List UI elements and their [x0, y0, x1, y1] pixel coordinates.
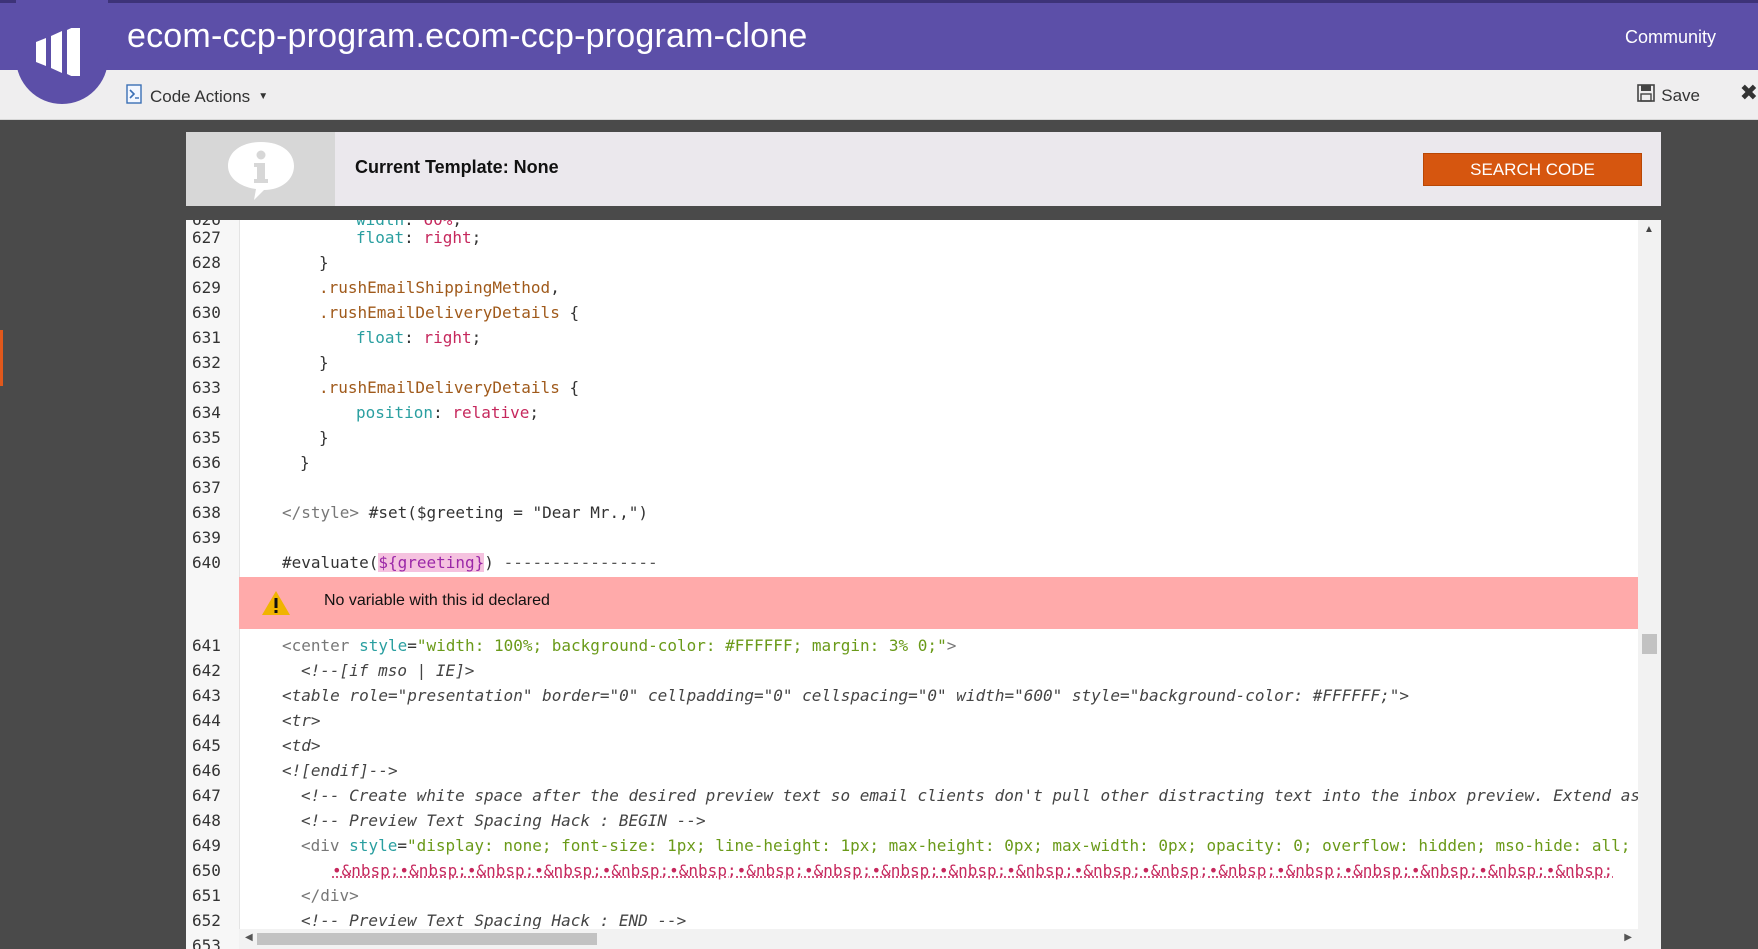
scroll-left-icon[interactable]: ◀ — [245, 932, 253, 943]
save-icon — [1637, 84, 1656, 107]
scroll-right-icon[interactable]: ▶ — [1624, 932, 1632, 943]
code-line: 629 .rushEmailShippingMethod, — [186, 275, 1638, 300]
line-number: 630 — [192, 303, 221, 322]
line-number: 636 — [192, 453, 221, 472]
line-number: 633 — [192, 378, 221, 397]
code-line: 630 .rushEmailDeliveryDetails { — [186, 300, 1638, 325]
line-number: 635 — [192, 428, 221, 447]
chevron-down-icon: ▼ — [258, 91, 269, 102]
save-button[interactable]: Save — [1637, 84, 1700, 107]
scroll-up-icon[interactable]: ▲ — [1644, 224, 1654, 235]
code-line: 639 — [186, 525, 1638, 550]
horizontal-scroll-thumb[interactable] — [257, 933, 597, 945]
line-number: 644 — [192, 711, 221, 730]
line-number: 648 — [192, 811, 221, 830]
code-line: 651 </div> — [186, 883, 1638, 908]
save-label: Save — [1661, 85, 1700, 105]
marketo-logo-icon[interactable] — [16, 0, 108, 104]
horizontal-scrollbar[interactable]: ◀ ▶ — [239, 929, 1638, 949]
line-number: 642 — [192, 661, 221, 680]
line-number: 631 — [192, 328, 221, 347]
line-number: 634 — [192, 403, 221, 422]
code-line: 633 .rushEmailDeliveryDetails { — [186, 375, 1638, 400]
code-line: 645 <td> — [186, 733, 1638, 758]
line-number: 647 — [192, 786, 221, 805]
warning-icon — [261, 590, 291, 621]
template-panel: Current Template: None SEARCH CODE — [186, 132, 1661, 206]
search-code-button[interactable]: SEARCH CODE — [1423, 153, 1642, 186]
line-number: 637 — [192, 478, 221, 497]
left-edge-marker — [0, 330, 3, 386]
line-number: 629 — [192, 278, 221, 297]
page-title: ecom-ccp-program.ecom-ccp-program-clone — [127, 17, 808, 55]
line-number: 646 — [192, 761, 221, 780]
code-editor[interactable]: 626width: 60%; 627float: right; 628} 629… — [186, 220, 1661, 949]
line-number: 628 — [192, 253, 221, 272]
line-number: 627 — [192, 228, 221, 247]
code-line: 643 <table role="presentation" border="0"… — [186, 683, 1638, 708]
line-number: 640 — [192, 553, 221, 572]
code-line: 636} — [186, 450, 1638, 475]
editor-toolbar: Code Actions ▼ Save ✖ — [0, 70, 1758, 120]
line-number: 650 — [192, 861, 221, 880]
code-line: 634 position: relative; — [186, 400, 1638, 425]
code-line: 627 float: right; — [186, 225, 1638, 250]
error-message: No variable with this id declared — [324, 592, 550, 609]
line-number: 652 — [192, 911, 221, 930]
code-line: 631 float: right; — [186, 325, 1638, 350]
current-template-label: Current Template: None — [355, 157, 559, 177]
line-number: 641 — [192, 636, 221, 655]
code-line: 637 — [186, 475, 1638, 500]
code-line: 640 #evaluate(${greeting}) --------------… — [186, 550, 1638, 575]
line-number: 645 — [192, 736, 221, 755]
line-number: 643 — [192, 686, 221, 705]
code-actions-menu[interactable]: Code Actions ▼ — [126, 84, 268, 109]
code-line: 635} — [186, 425, 1638, 450]
line-number: 651 — [192, 886, 221, 905]
top-header-bar: ecom-ccp-program.ecom-ccp-program-clone … — [0, 0, 1758, 70]
info-icon — [186, 132, 335, 206]
code-line: 646 <![endif]--> — [186, 758, 1638, 783]
line-number: 639 — [192, 528, 221, 547]
code-line: 642 <!--[if mso | IE]> — [186, 658, 1638, 683]
code-line: 648 <!-- Preview Text Spacing Hack : BEGI… — [186, 808, 1638, 833]
line-number: 632 — [192, 353, 221, 372]
line-number: 649 — [192, 836, 221, 855]
vertical-scrollbar[interactable]: ▲ — [1638, 220, 1661, 949]
close-icon[interactable]: ✖ — [1740, 80, 1758, 106]
code-line: 650 •&nbsp;•&nbsp;•&nbsp;•&nbsp;•&nbsp;•&… — [186, 858, 1638, 883]
line-number: 653 — [192, 936, 221, 949]
error-banner: No variable with this id declared — [239, 577, 1638, 629]
code-line: 628} — [186, 250, 1638, 275]
community-link[interactable]: Community — [1625, 27, 1716, 48]
code-line: 641 <center style="width: 100%; backgroun… — [186, 633, 1638, 658]
vertical-scroll-thumb[interactable] — [1642, 634, 1657, 654]
code-actions-label: Code Actions — [150, 86, 251, 106]
code-line: 632} — [186, 350, 1638, 375]
code-actions-icon — [126, 84, 144, 109]
code-line: 647 <!-- Create white space after the des… — [186, 783, 1640, 808]
code-line: 638 </style> #set($greeting = "Dear Mr.,"… — [186, 500, 1638, 525]
line-number: 638 — [192, 503, 221, 522]
code-line: 644 <tr> — [186, 708, 1638, 733]
code-line: 649 <div style="display: none; font-size:… — [186, 833, 1638, 858]
